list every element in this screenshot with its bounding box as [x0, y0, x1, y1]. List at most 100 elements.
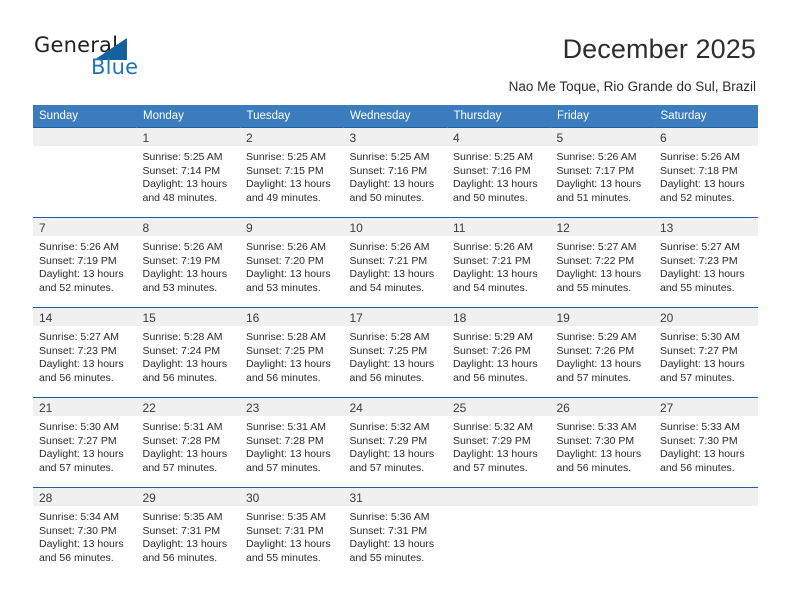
sunset-text: Sunset: 7:31 PM — [142, 524, 221, 537]
day-cell[interactable]: 10 Sunrise: 5:26 AM Sunset: 7:21 PM Dayl… — [343, 217, 447, 308]
weekday-header-monday: Monday — [136, 105, 241, 128]
day-number: 3 — [343, 128, 447, 146]
day-details: Sunrise: 5:27 AM Sunset: 7:23 PM Dayligh… — [654, 236, 758, 295]
sunset-text: Sunset: 7:25 PM — [246, 344, 324, 357]
sunset-text: Sunset: 7:22 PM — [556, 254, 635, 267]
day-number: 9 — [240, 218, 344, 236]
day-cell[interactable]: 14 Sunrise: 5:27 AM Sunset: 7:23 PM Dayl… — [33, 307, 137, 398]
day-cell[interactable]: 13 Sunrise: 5:27 AM Sunset: 7:23 PM Dayl… — [654, 217, 758, 308]
daylight-text-line1: Daylight: 13 hours — [39, 448, 124, 461]
day-cell[interactable]: 17 Sunrise: 5:28 AM Sunset: 7:25 PM Dayl… — [343, 307, 448, 398]
day-details: Sunrise: 5:30 AM Sunset: 7:27 PM Dayligh… — [654, 326, 758, 385]
daylight-text-line2: and 56 minutes. — [349, 371, 425, 384]
day-cell[interactable] — [654, 487, 758, 578]
sunrise-text: Sunrise: 5:26 AM — [246, 241, 326, 253]
day-cell[interactable] — [550, 487, 654, 578]
sunrise-text: Sunrise: 5:25 AM — [349, 151, 430, 163]
sunset-text: Sunset: 7:15 PM — [246, 164, 324, 177]
day-cell[interactable]: 30 Sunrise: 5:35 AM Sunset: 7:31 PM Dayl… — [240, 487, 344, 578]
day-cell[interactable] — [33, 127, 137, 218]
day-number: 2 — [240, 128, 344, 146]
logo-text-blue: Blue — [91, 55, 139, 79]
sunset-text: Sunset: 7:29 PM — [349, 434, 428, 447]
sunset-text: Sunset: 7:29 PM — [453, 434, 531, 447]
day-cell[interactable]: 23 Sunrise: 5:31 AM Sunset: 7:28 PM Dayl… — [240, 397, 344, 488]
daylight-text-line1: Daylight: 13 hours — [246, 268, 331, 281]
day-cell[interactable]: 26 Sunrise: 5:33 AM Sunset: 7:30 PM Dayl… — [550, 397, 654, 488]
day-cell[interactable]: 9 Sunrise: 5:26 AM Sunset: 7:20 PM Dayli… — [240, 217, 344, 308]
daylight-text-line1: Daylight: 13 hours — [453, 268, 538, 281]
day-details: Sunrise: 5:28 AM Sunset: 7:25 PM Dayligh… — [240, 326, 344, 385]
sunset-text: Sunset: 7:19 PM — [142, 254, 221, 267]
daylight-text-line1: Daylight: 13 hours — [246, 538, 331, 551]
daylight-text-line1: Daylight: 13 hours — [349, 268, 435, 281]
sunrise-sunset-calendar: Sunday Monday Tuesday Wednesday Thursday… — [33, 105, 758, 578]
day-details: Sunrise: 5:33 AM Sunset: 7:30 PM Dayligh… — [654, 416, 758, 475]
daylight-text-line1: Daylight: 13 hours — [660, 178, 745, 191]
day-cell[interactable]: 12 Sunrise: 5:27 AM Sunset: 7:22 PM Dayl… — [550, 217, 655, 308]
sunrise-text: Sunrise: 5:26 AM — [660, 151, 740, 163]
day-cell[interactable]: 8 Sunrise: 5:26 AM Sunset: 7:19 PM Dayli… — [136, 217, 240, 308]
day-cell[interactable]: 7 Sunrise: 5:26 AM Sunset: 7:19 PM Dayli… — [33, 217, 137, 308]
day-cell[interactable]: 1 Sunrise: 5:25 AM Sunset: 7:14 PM Dayli… — [136, 127, 240, 218]
daylight-text-line1: Daylight: 13 hours — [39, 358, 124, 371]
day-cell[interactable]: 18 Sunrise: 5:29 AM Sunset: 7:26 PM Dayl… — [447, 307, 551, 398]
daylight-text-line1: Daylight: 13 hours — [660, 358, 745, 371]
day-cell[interactable]: 28 Sunrise: 5:34 AM Sunset: 7:30 PM Dayl… — [33, 487, 137, 578]
sunset-text: Sunset: 7:26 PM — [453, 344, 531, 357]
page-header: General Blue December 2025 Nao Me Toque,… — [0, 0, 792, 100]
day-cell[interactable]: 4 Sunrise: 5:25 AM Sunset: 7:16 PM Dayli… — [447, 127, 551, 218]
day-number: 6 — [654, 128, 758, 146]
daylight-text-line1: Daylight: 13 hours — [453, 448, 538, 461]
day-cell[interactable]: 11 Sunrise: 5:26 AM Sunset: 7:21 PM Dayl… — [447, 217, 551, 308]
sunrise-text: Sunrise: 5:28 AM — [142, 331, 223, 343]
day-number: 7 — [33, 218, 137, 236]
sunrise-text: Sunrise: 5:27 AM — [556, 241, 637, 253]
day-details: Sunrise: 5:28 AM Sunset: 7:25 PM Dayligh… — [344, 326, 448, 385]
day-cell[interactable]: 22 Sunrise: 5:31 AM Sunset: 7:28 PM Dayl… — [136, 397, 240, 488]
sunset-text: Sunset: 7:31 PM — [246, 524, 324, 537]
daylight-text-line2: and 55 minutes. — [349, 551, 425, 564]
calendar-body: 1 Sunrise: 5:25 AM Sunset: 7:14 PM Dayli… — [33, 127, 758, 578]
day-cell[interactable] — [447, 487, 551, 578]
calendar-week-row: 1 Sunrise: 5:25 AM Sunset: 7:14 PM Dayli… — [33, 127, 758, 218]
daylight-text-line2: and 57 minutes. — [246, 461, 321, 474]
daylight-text-line1: Daylight: 13 hours — [556, 268, 642, 281]
daylight-text-line2: and 57 minutes. — [39, 461, 114, 474]
day-cell[interactable]: 5 Sunrise: 5:26 AM Sunset: 7:17 PM Dayli… — [550, 127, 654, 218]
calendar-header-row: Sunday Monday Tuesday Wednesday Thursday… — [33, 105, 758, 128]
daylight-text-line2: and 57 minutes. — [556, 371, 632, 384]
day-number: 25 — [447, 398, 551, 416]
general-blue-logo[interactable]: General Blue — [34, 33, 174, 85]
day-cell[interactable]: 24 Sunrise: 5:32 AM Sunset: 7:29 PM Dayl… — [343, 397, 447, 488]
day-cell[interactable]: 29 Sunrise: 5:35 AM Sunset: 7:31 PM Dayl… — [136, 487, 241, 578]
day-cell[interactable]: 19 Sunrise: 5:29 AM Sunset: 7:26 PM Dayl… — [550, 307, 654, 398]
day-number: 12 — [550, 218, 654, 236]
daylight-text-line1: Daylight: 13 hours — [142, 538, 228, 551]
daylight-text-line2: and 49 minutes. — [246, 191, 321, 204]
day-cell[interactable]: 27 Sunrise: 5:33 AM Sunset: 7:30 PM Dayl… — [654, 397, 758, 488]
day-cell[interactable]: 15 Sunrise: 5:28 AM Sunset: 7:24 PM Dayl… — [136, 307, 240, 398]
day-cell[interactable]: 21 Sunrise: 5:30 AM Sunset: 7:27 PM Dayl… — [33, 397, 137, 488]
day-number: 5 — [550, 128, 654, 146]
sunset-text: Sunset: 7:21 PM — [453, 254, 531, 267]
sunrise-text: Sunrise: 5:32 AM — [453, 421, 533, 433]
day-cell[interactable]: 20 Sunrise: 5:30 AM Sunset: 7:27 PM Dayl… — [654, 307, 758, 398]
day-cell[interactable]: 3 Sunrise: 5:25 AM Sunset: 7:16 PM Dayli… — [343, 127, 447, 218]
calendar-page: General Blue December 2025 Nao Me Toque,… — [0, 0, 792, 612]
day-cell[interactable]: 25 Sunrise: 5:32 AM Sunset: 7:29 PM Dayl… — [447, 397, 551, 488]
sunset-text: Sunset: 7:16 PM — [453, 164, 531, 177]
calendar-week-row: 28 Sunrise: 5:34 AM Sunset: 7:30 PM Dayl… — [33, 487, 758, 578]
sunset-text: Sunset: 7:28 PM — [142, 434, 221, 447]
day-details: Sunrise: 5:35 AM Sunset: 7:31 PM Dayligh… — [137, 506, 241, 565]
daylight-text-line2: and 57 minutes. — [142, 461, 218, 474]
sunrise-text: Sunrise: 5:31 AM — [142, 421, 223, 433]
daylight-text-line2: and 56 minutes. — [39, 551, 114, 564]
daylight-text-line2: and 53 minutes. — [246, 281, 321, 294]
day-cell[interactable]: 16 Sunrise: 5:28 AM Sunset: 7:25 PM Dayl… — [240, 307, 344, 398]
day-details: Sunrise: 5:27 AM Sunset: 7:22 PM Dayligh… — [551, 236, 655, 295]
day-cell[interactable]: 6 Sunrise: 5:26 AM Sunset: 7:18 PM Dayli… — [654, 127, 758, 218]
sunset-text: Sunset: 7:17 PM — [556, 164, 635, 177]
day-cell[interactable]: 31 Sunrise: 5:36 AM Sunset: 7:31 PM Dayl… — [343, 487, 447, 578]
day-cell[interactable]: 2 Sunrise: 5:25 AM Sunset: 7:15 PM Dayli… — [240, 127, 344, 218]
